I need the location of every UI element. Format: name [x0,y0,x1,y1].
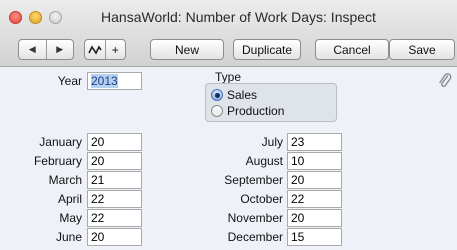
plus-button[interactable]: + [104,40,126,59]
month-label: September [224,173,283,187]
month-label: June [55,230,82,244]
type-option-production[interactable]: Production [211,104,284,118]
title-bar: HansaWorld: Number of Work Days: Inspect… [0,0,457,67]
month-label: January [39,135,82,149]
production-radio-label: Production [227,104,285,118]
month-field[interactable]: 22 [87,190,142,208]
month-label: May [59,211,82,225]
month-label: July [261,135,283,149]
month-label: April [57,192,82,206]
month-label: December [227,230,283,244]
year-value: 2013 [91,74,118,88]
year-field[interactable]: 2013 [87,72,142,90]
month-field[interactable]: 10 [287,152,342,170]
month-field[interactable]: 20 [287,171,342,189]
previous-record-button[interactable]: ◀ [19,40,46,59]
month-label: August [245,154,283,168]
month-field[interactable]: 20 [87,133,142,151]
year-label: Year [57,74,82,88]
type-radio-group: Sales Production [205,83,337,122]
type-option-sales[interactable]: Sales [211,88,257,102]
record-navigation: ◀ ▶ [18,39,74,60]
graph-controls: + [84,39,126,60]
window-title: HansaWorld: Number of Work Days: Inspect [101,9,376,25]
new-button[interactable]: New [150,39,224,60]
month-field[interactable]: 20 [287,209,342,227]
month-label: March [48,173,82,187]
window: HansaWorld: Number of Work Days: Inspect… [0,0,457,250]
sales-radio-label: Sales [227,88,258,102]
save-button[interactable]: Save [389,39,455,60]
sales-radio[interactable] [211,89,223,101]
next-record-button[interactable]: ▶ [45,40,74,59]
month-field[interactable]: 23 [287,133,342,151]
month-label: October [240,192,283,206]
type-label: Type [215,70,242,84]
form-area: Year 2013 Type Sales Production January … [0,67,457,250]
production-radio[interactable] [211,105,223,117]
cancel-button[interactable]: Cancel [315,39,389,60]
paperclip-icon[interactable] [438,73,452,89]
month-field[interactable]: 20 [87,228,142,246]
triangle-left-icon: ◀ [28,44,36,54]
month-field[interactable]: 15 [287,228,342,246]
month-field[interactable]: 20 [87,152,142,170]
month-field[interactable]: 21 [87,171,142,189]
zigzag-graph-icon [88,44,102,55]
month-label: February [33,154,82,168]
graph-button[interactable] [85,40,105,59]
month-label: November [227,211,283,225]
duplicate-button[interactable]: Duplicate [233,39,301,60]
month-field[interactable]: 22 [287,190,342,208]
month-field[interactable]: 22 [87,209,142,227]
triangle-right-icon: ▶ [56,44,64,54]
